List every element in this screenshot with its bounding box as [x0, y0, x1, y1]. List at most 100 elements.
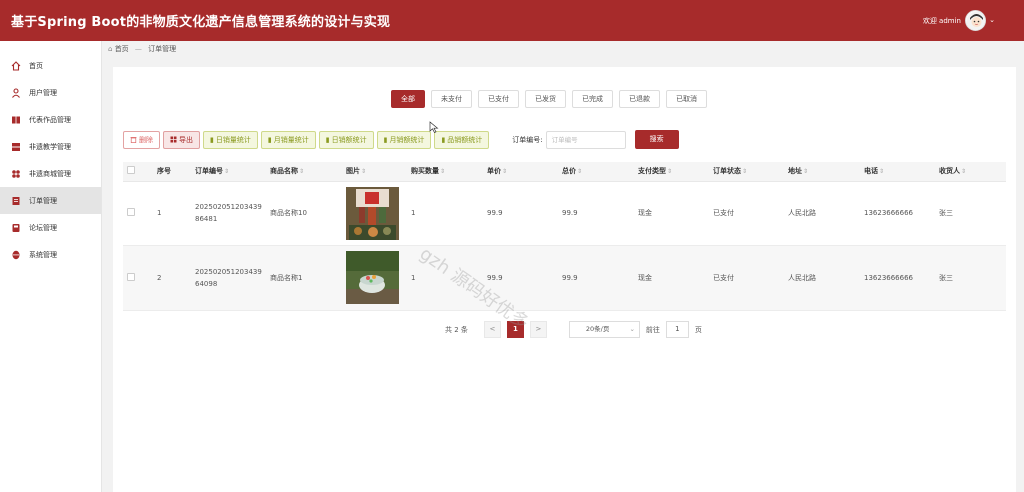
daily-sales-count-button[interactable]: ▮ 日销量统计 [203, 130, 258, 149]
row-checkbox[interactable] [127, 272, 135, 281]
cell-image [342, 181, 407, 246]
cell-image [342, 245, 407, 311]
daily-sales-amount-button[interactable]: ▮ 日销额统计 [318, 130, 374, 149]
sidebar-item-label: 非遗商城管理 [29, 169, 71, 178]
stat-label: 品销额统计 [447, 135, 483, 144]
breadcrumb-home[interactable]: 首页 [115, 45, 129, 53]
page-size-select[interactable]: 20条/页 ⌄ [568, 321, 640, 338]
cell-order-no: 20250205120343986481 [191, 181, 266, 246]
stat-label: 日销额统计 [331, 135, 367, 144]
tab-cancelled[interactable]: 已取消 [666, 90, 707, 108]
orders-table: 序号 订单编号⇕ 商品名称⇕ 图片⇕ 购买数量⇕ 单价⇕ 总价⇕ 支付类型⇕ 订… [123, 162, 1006, 311]
page-1-button[interactable]: 1 [506, 321, 524, 338]
tab-paid[interactable]: 已支付 [478, 90, 519, 108]
sidebar-item-label: 论坛管理 [29, 223, 57, 232]
system-icon [12, 250, 20, 259]
search-button[interactable]: 搜索 [634, 130, 679, 149]
col-phone[interactable]: 电话⇕ [860, 162, 935, 182]
cell-pay-type: 现金 [634, 245, 709, 311]
col-image[interactable]: 图片⇕ [342, 162, 407, 182]
cell-price: 99.9 [483, 245, 558, 311]
bar-chart-icon: ▮ [383, 135, 388, 144]
col-address[interactable]: 地址⇕ [784, 162, 860, 182]
sidebar-item-label: 系统管理 [29, 250, 57, 259]
monthly-sales-amount-button[interactable]: ▮ 月销额统计 [376, 130, 432, 149]
cell-index: 1 [153, 181, 191, 246]
table-row[interactable]: 1 20250205120343986481 商品名称10 1 99.9 99.… [123, 181, 1006, 246]
col-price[interactable]: 单价⇕ [483, 162, 558, 182]
next-page-button[interactable]: > [529, 321, 547, 338]
col-pay-type[interactable]: 支付类型⇕ [634, 162, 709, 182]
goto-page-input[interactable]: 1 [665, 321, 689, 338]
col-receiver[interactable]: 收货人⇕ [935, 162, 1006, 182]
prev-page-button[interactable]: < [483, 321, 501, 338]
total-count: 共 2 条 [445, 325, 468, 334]
delete-button[interactable]: 删除 [123, 130, 160, 149]
cell-qty: 1 [407, 245, 483, 311]
chevron-down-icon[interactable]: ⌄ [989, 16, 995, 24]
sidebar-item-works[interactable]: 代表作品管理 [0, 106, 101, 133]
trash-icon [130, 137, 137, 143]
table-row[interactable]: 2 20250205120343964098 商品名称1 1 99.9 99.9… [123, 245, 1006, 311]
top-header: 基于Spring Boot的非物质文化遗产信息管理系统的设计与实现 欢迎 adm… [0, 0, 1024, 41]
cell-product: 商品名称10 [266, 181, 342, 246]
toolbar: 删除 导出 ▮ 日销量统计 ▮ 月销量统计 ▮ 日销额统计 ▮ 月销额统计 ▮ 品销额统计… [123, 130, 679, 149]
sidebar: 首页 用户管理 代表作品管理 非遗教学管理 非遗商城管理 订单管理 论坛管理 系… [0, 41, 102, 492]
sidebar-item-system[interactable]: 系统管理 [0, 241, 101, 268]
search-label: 订单编号: [512, 135, 543, 144]
main-panel: 全部 未支付 已支付 已发货 已完成 已退款 已取消 删除 导出 ▮ 日销量统计 … [113, 67, 1016, 492]
bar-chart-icon: ▮ [210, 135, 214, 144]
stat-label: 日销量统计 [215, 135, 251, 144]
mouse-cursor-icon [429, 121, 439, 133]
product-image[interactable] [346, 251, 399, 304]
sidebar-item-home[interactable]: 首页 [0, 52, 101, 79]
cell-total: 99.9 [558, 181, 634, 246]
tab-completed[interactable]: 已完成 [572, 90, 613, 108]
sidebar-item-teaching[interactable]: 非遗教学管理 [0, 133, 101, 160]
product-sales-amount-button[interactable]: ▮ 品销额统计 [434, 130, 490, 149]
cell-order-no: 20250205120343964098 [191, 245, 266, 311]
cell-status: 已支付 [709, 181, 784, 246]
cell-total: 99.9 [558, 245, 634, 311]
product-image[interactable] [346, 186, 399, 240]
col-product[interactable]: 商品名称⇕ [266, 162, 342, 182]
col-status[interactable]: 订单状态⇕ [709, 162, 784, 182]
tab-all[interactable]: 全部 [391, 90, 425, 108]
order-number-search-input[interactable]: 订单编号 [545, 130, 626, 149]
grid-icon [12, 169, 20, 178]
tab-shipped[interactable]: 已发货 [525, 90, 566, 108]
bar-chart-icon: ▮ [267, 135, 272, 144]
row-checkbox-cell [123, 181, 153, 246]
cell-product: 商品名称1 [266, 245, 342, 311]
col-qty[interactable]: 购买数量⇕ [407, 162, 483, 182]
monthly-sales-count-button[interactable]: ▮ 月销量统计 [260, 130, 316, 149]
avatar[interactable] [965, 10, 986, 31]
page-unit-label: 页 [694, 325, 702, 334]
pagination: 共 2 条 < 1 > 20条/页 ⌄ 前往 1 页 [445, 321, 702, 338]
export-button[interactable]: 导出 [163, 130, 200, 149]
tab-unpaid[interactable]: 未支付 [431, 90, 472, 108]
sidebar-item-forum[interactable]: 论坛管理 [0, 214, 101, 241]
cell-address: 人民北路 [784, 245, 860, 311]
user-icon [12, 87, 20, 98]
cell-phone: 13623666666 [860, 181, 935, 246]
row-checkbox-cell [123, 245, 153, 311]
col-order-no[interactable]: 订单编号⇕ [191, 162, 266, 182]
select-all-checkbox[interactable] [127, 166, 135, 175]
sidebar-item-orders[interactable]: 订单管理 [0, 187, 101, 214]
col-total[interactable]: 总价⇕ [558, 162, 634, 182]
bar-chart-icon: ▮ [441, 135, 446, 144]
table-header-row: 序号 订单编号⇕ 商品名称⇕ 图片⇕ 购买数量⇕ 单价⇕ 总价⇕ 支付类型⇕ 订… [123, 162, 1006, 182]
breadcrumb-separator: — [134, 45, 142, 53]
cell-pay-type: 现金 [634, 181, 709, 246]
teach-icon [12, 142, 20, 151]
sidebar-item-label: 订单管理 [29, 196, 57, 205]
cell-phone: 13623666666 [860, 245, 935, 311]
home-icon: ⌂ [108, 45, 113, 53]
sidebar-item-users[interactable]: 用户管理 [0, 79, 101, 106]
cell-status: 已支付 [709, 245, 784, 311]
tab-refunded[interactable]: 已退款 [619, 90, 660, 108]
row-checkbox[interactable] [127, 208, 135, 216]
sidebar-item-mall[interactable]: 非遗商城管理 [0, 160, 101, 187]
bar-chart-icon: ▮ [325, 135, 330, 144]
